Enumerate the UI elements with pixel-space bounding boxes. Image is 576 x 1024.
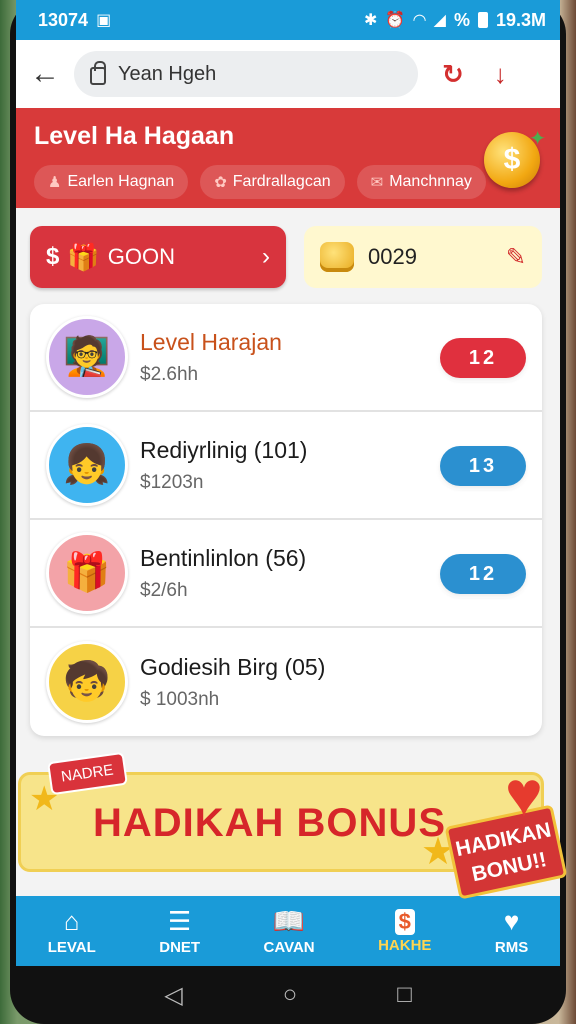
url-field[interactable]: Yean Hgeh xyxy=(74,51,418,97)
back-arrow-icon[interactable]: ← xyxy=(30,57,74,91)
nav-label: DNET xyxy=(159,939,201,956)
chip-label: Manchnnay xyxy=(389,173,472,190)
download-icon[interactable]: ↓ xyxy=(494,59,507,90)
wifi-icon: ◠ xyxy=(413,12,426,29)
bluetooth-icon: ✱ xyxy=(364,12,378,29)
flower-icon: ✿ xyxy=(214,174,227,191)
list-item[interactable]: 🎁 Bentinlinlon (56) $2/6h 12 xyxy=(30,520,542,628)
status-time: 13074 xyxy=(38,9,89,30)
chip-manchnnay[interactable]: ✉ Manchnnay xyxy=(356,165,486,199)
nav-hakhe[interactable]: $ HAKHE xyxy=(378,908,432,954)
go-button[interactable]: $ 🎁 GOON › xyxy=(30,226,286,288)
mail-icon: ✉ xyxy=(370,174,384,191)
gold-coin-icon xyxy=(320,242,354,272)
url-text: Yean Hgeh xyxy=(118,62,217,85)
reload-icon[interactable]: ↻ xyxy=(442,59,464,90)
item-title: Bentinlinlon (56) xyxy=(140,544,307,571)
nav-dnet[interactable]: ☰ DNET xyxy=(159,906,200,956)
book-icon: 📖 xyxy=(272,906,306,936)
recents-square-icon[interactable]: □ xyxy=(397,981,412,1009)
item-subtitle: $2.6hh xyxy=(140,363,199,385)
teacher-avatar: 🧑‍🏫 xyxy=(46,316,128,398)
nav-label: RMS xyxy=(494,939,529,956)
bonus-banner[interactable]: ★ NADRE HADIKAH BONUS ★ HADIKAN BONU!! ♥ xyxy=(18,751,568,900)
list-item[interactable]: 🧒 Godiesih Birg (05) $ 1003nh xyxy=(30,628,542,736)
system-nav: ◁ ○ □ xyxy=(0,966,576,1024)
edit-pencil-icon[interactable]: ✎ xyxy=(506,243,526,272)
count-badge[interactable]: 13 xyxy=(440,446,526,486)
signal-icon: ◢ xyxy=(433,12,446,29)
item-subtitle: $2/6h xyxy=(140,579,188,601)
list-icon: ☰ xyxy=(168,906,192,936)
nav-rms[interactable]: ♥ RMS xyxy=(495,906,528,956)
nav-label: LEVAL xyxy=(47,939,96,956)
image-icon: ▣ xyxy=(96,12,112,29)
coin-count: 0029 xyxy=(368,244,417,269)
battery-icon xyxy=(477,12,488,28)
battery-percent: % xyxy=(453,9,470,30)
banner-title: HADIKAH BONUS xyxy=(93,801,446,845)
person-icon: ♟ xyxy=(48,174,62,191)
home-icon: ⌂ xyxy=(63,906,80,936)
level-header: Level Ha Hagaan ♟ Earlen Hagnan ✿ Fardra… xyxy=(16,108,560,208)
item-title: Godiesih Birg (05) xyxy=(140,653,326,680)
item-title: Rediyrlinig (101) xyxy=(140,436,308,463)
gift-icon: 🎁 xyxy=(67,241,100,272)
bottom-nav: ⌂ LEVAL ☰ DNET 📖 CAVAN $ HAKHE ♥ RMS xyxy=(16,896,560,966)
gift-box-avatar: 🎁 xyxy=(46,532,128,614)
back-triangle-icon[interactable]: ◁ xyxy=(164,981,182,1010)
item-title: Level Harajan xyxy=(140,328,282,355)
nav-label: CAVAN xyxy=(263,939,315,956)
status-bar: 13074 ▣ ✱ ⏰ ◠ ◢ % 19.3M xyxy=(16,0,560,40)
heart-chat-icon: ♥ xyxy=(503,906,520,936)
chip-earlen[interactable]: ♟ Earlen Hagnan xyxy=(34,165,189,199)
item-subtitle: $1203n xyxy=(140,471,204,493)
sparkle-icon: ✦ xyxy=(529,128,546,150)
alarm-icon: ⏰ xyxy=(385,12,406,29)
dollar-icon: $ xyxy=(46,243,60,270)
list-item[interactable]: 👧 Rediyrlinig (101) $1203n 13 xyxy=(30,412,542,520)
kid-avatar: 🧒 xyxy=(46,641,128,723)
item-subtitle: $ 1003nh xyxy=(140,688,220,710)
chip-fardrallagcan[interactable]: ✿ Fardrallagcan xyxy=(200,165,345,199)
coin-dollar-icon[interactable]: $ ✦ xyxy=(484,128,546,188)
level-list: 🧑‍🏫 Level Harajan $2.6hh 12 👧 Rediyrlini… xyxy=(30,304,542,736)
chevron-right-icon: › xyxy=(262,243,270,270)
nav-label: HAKHE xyxy=(378,936,432,954)
count-badge[interactable]: 12 xyxy=(440,338,526,378)
header-title: Level Ha Hagaan xyxy=(34,122,235,150)
count-badge[interactable]: 12 xyxy=(440,554,526,594)
status-right: 19.3M xyxy=(495,9,546,30)
go-label: GOON xyxy=(107,244,175,269)
girl-avatar: 👧 xyxy=(46,424,128,506)
heart-icon: ♥ xyxy=(505,758,543,830)
dollar-icon: $ xyxy=(394,908,415,935)
lock-icon xyxy=(90,61,106,85)
coin-balance[interactable]: 0029 ✎ xyxy=(304,226,542,288)
chip-label: Earlen Hagnan xyxy=(67,173,175,190)
url-bar: ← Yean Hgeh ↻ ↓ xyxy=(16,40,560,108)
list-item[interactable]: 🧑‍🏫 Level Harajan $2.6hh 12 xyxy=(30,304,542,412)
chip-label: Fardrallagcan xyxy=(232,173,331,190)
nav-leval[interactable]: ⌂ LEVAL xyxy=(48,906,96,956)
home-circle-icon[interactable]: ○ xyxy=(283,981,298,1009)
nav-cavan[interactable]: 📖 CAVAN xyxy=(264,906,315,956)
